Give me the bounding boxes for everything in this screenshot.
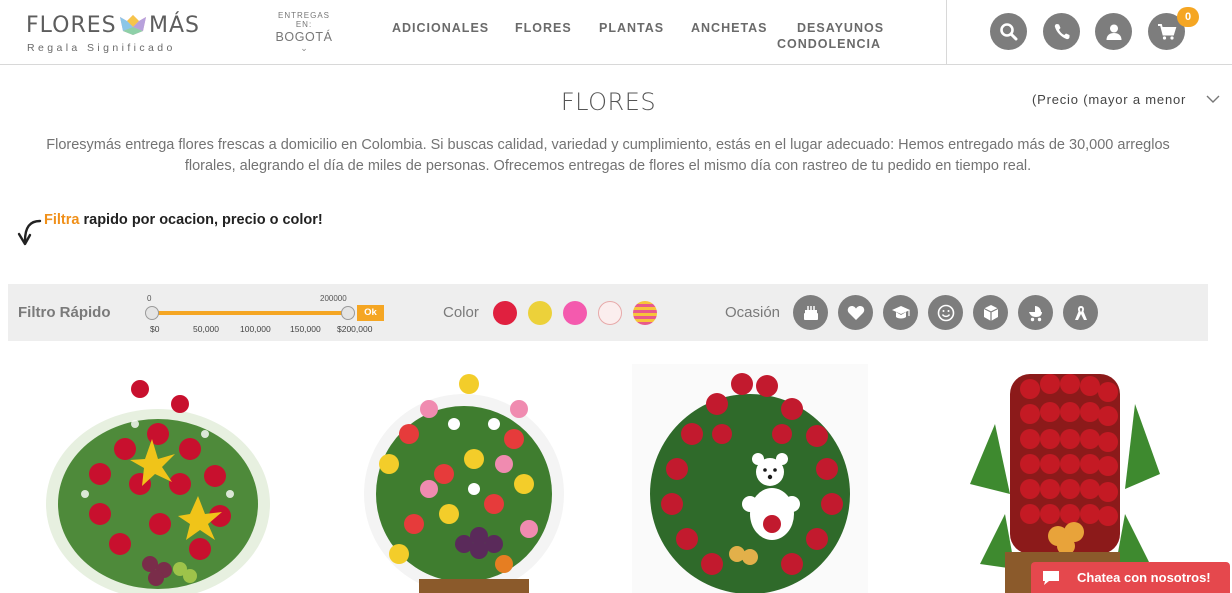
search-button[interactable]	[990, 13, 1027, 50]
chevron-down-icon[interactable]	[1206, 92, 1220, 106]
price-tick: 50,000	[193, 324, 219, 334]
delivery-city-selector[interactable]: ENTREGAS EN: BOGOTÁ ⌄	[272, 11, 336, 53]
nav-desayunos[interactable]: DESAYUNOS	[797, 20, 884, 36]
color-swatch-white[interactable]	[598, 301, 622, 325]
product-card-teddy[interactable]	[632, 364, 868, 593]
user-icon	[1106, 24, 1121, 40]
color-filter-label: Color	[443, 304, 479, 321]
flower-arrangement-mixed-fruit	[364, 374, 564, 593]
occasion-birthday-button[interactable]	[793, 295, 828, 330]
category-description: Floresymás entrega flores frescas a domi…	[46, 137, 1170, 174]
quick-filter-bar: Filtro Rápido 0 200000 $0 50,000 100,000…	[8, 284, 1208, 341]
product-card-lilies[interactable]	[40, 364, 276, 593]
chevron-down-icon: ⌄	[300, 43, 308, 53]
phone-icon	[1054, 23, 1069, 39]
nav-condolencia[interactable]: CONDOLENCIA	[777, 36, 881, 52]
logo-word-right: MÁS	[149, 13, 200, 38]
nav-plantas[interactable]: PLANTAS	[599, 20, 664, 36]
price-range-slider[interactable]: 0 200000 $0 50,000 100,000 150,000 $200,…	[145, 292, 386, 337]
logo-word-left: FLORES	[26, 13, 117, 38]
price-ok-button[interactable]: Ok	[357, 305, 384, 321]
price-slider-ticks: $0 50,000 100,000 150,000 $200,000	[146, 324, 386, 336]
price-slider-max-value: 200000	[320, 294, 347, 303]
product-card-tall-roses[interactable]	[950, 364, 1186, 593]
header-divider	[946, 0, 947, 65]
birthday-cake-icon	[803, 305, 818, 320]
flower-arrangement-teddy-bear	[632, 364, 868, 593]
cart-count-badge: 0	[1177, 7, 1199, 27]
filter-hint-highlight: Filtra	[44, 212, 80, 228]
chat-button[interactable]: Chatea con nosotros!	[1031, 562, 1230, 593]
curved-arrow-icon	[17, 219, 42, 246]
filter-hint: Filtra rapido por ocacion, precio o colo…	[16, 212, 416, 248]
heart-icon	[847, 305, 864, 320]
flower-arrangement-lilies	[46, 380, 270, 593]
occasion-happy-button[interactable]	[928, 295, 963, 330]
occasion-condolence-button[interactable]	[1063, 295, 1098, 330]
price-slider-max-handle[interactable]	[341, 306, 355, 320]
occasion-gift-button[interactable]	[973, 295, 1008, 330]
price-tick: $200,000	[337, 324, 373, 334]
cart-icon	[1157, 23, 1176, 40]
nav-adicionales[interactable]: ADICIONALES	[392, 20, 489, 36]
phone-button[interactable]	[1043, 13, 1080, 50]
price-tick: 100,000	[240, 324, 271, 334]
smiley-icon	[937, 304, 954, 321]
site-logo[interactable]: FLORES MÁS Regala Significado	[26, 13, 206, 57]
nav-flores[interactable]: FLORES	[515, 20, 572, 36]
color-swatch-yellow[interactable]	[528, 301, 552, 325]
occasion-baby-button[interactable]	[1018, 295, 1053, 330]
logo-tagline: Regala Significado	[27, 42, 176, 54]
flower-arrangement-tall-roses	[950, 364, 1186, 593]
site-header: FLORES MÁS Regala Significado ENTREGAS E…	[0, 0, 1232, 65]
filter-hint-text: Filtra rapido por ocacion, precio o colo…	[44, 212, 323, 228]
delivery-city: BOGOTÁ	[275, 30, 333, 44]
color-swatch-red[interactable]	[493, 301, 517, 325]
product-card-mixed-fruit[interactable]	[354, 364, 590, 593]
baby-stroller-icon	[1028, 305, 1042, 321]
occasion-graduation-button[interactable]	[883, 295, 918, 330]
occasion-filter-label: Ocasión	[725, 304, 781, 321]
account-button[interactable]	[1095, 13, 1132, 50]
delivery-label: ENTREGAS EN:	[277, 11, 330, 29]
price-tick: $0	[150, 324, 160, 334]
chat-label: Chatea con nosotros!	[1077, 570, 1211, 585]
price-tick: 150,000	[290, 324, 321, 334]
price-slider-min-handle[interactable]	[145, 306, 159, 320]
price-slider-min-value: 0	[147, 294, 152, 303]
filter-hint-rest: rapido por ocacion, precio o color!	[79, 212, 323, 228]
ribbon-icon	[1074, 305, 1087, 320]
price-slider-track[interactable]	[152, 311, 348, 315]
quick-filter-label: Filtro Rápido	[18, 304, 111, 321]
color-swatch-mixed[interactable]	[633, 301, 657, 325]
flower-logo-icon	[120, 15, 146, 35]
color-swatch-pink[interactable]	[563, 301, 587, 325]
sort-select[interactable]: (Precio (mayor a menor	[1032, 92, 1186, 107]
nav-anchetas[interactable]: ANCHETAS	[691, 20, 768, 36]
occasion-love-button[interactable]	[838, 295, 873, 330]
chat-bubble-icon	[1043, 570, 1059, 585]
search-icon	[999, 22, 1017, 40]
graduation-cap-icon	[891, 305, 910, 318]
gift-box-icon	[983, 304, 998, 321]
